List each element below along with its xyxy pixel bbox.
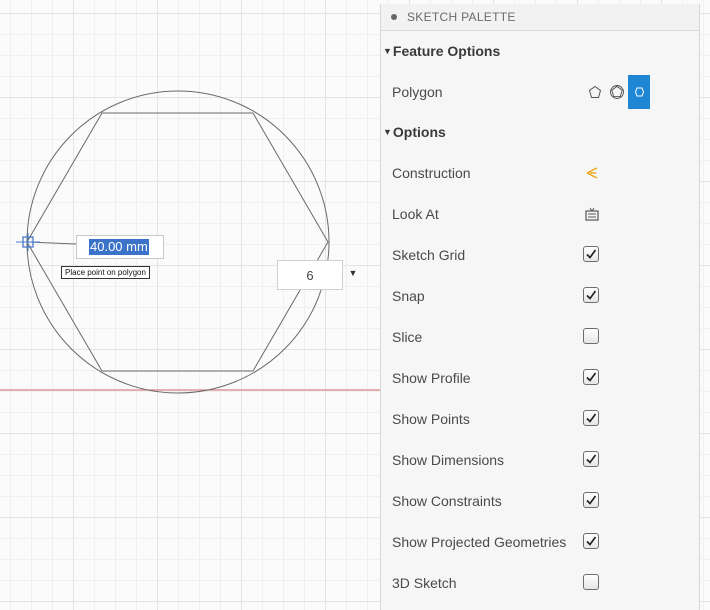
option-row-slice[interactable]: Slice	[381, 316, 699, 357]
option-row-show-projected-geometries[interactable]: Show Projected Geometries	[381, 521, 699, 562]
sketch-palette: SKETCH PALETTE ▼ Feature Options Polygon	[380, 4, 700, 610]
option-label: Show Constraints	[392, 492, 502, 509]
option-row-look-at[interactable]: Look At	[381, 193, 699, 234]
collapse-triangle-icon: ▼	[383, 127, 392, 137]
show-projected-geometries-checkbox[interactable]	[583, 533, 601, 551]
triangle-down-icon[interactable]: ▼	[347, 267, 359, 279]
option-label: Slice	[392, 328, 423, 345]
show-dimensions-checkbox[interactable]	[583, 451, 601, 469]
circumscribed-polygon-icon[interactable]	[584, 75, 606, 109]
options-title: Options	[392, 124, 446, 140]
option-row-snap[interactable]: Snap	[381, 275, 699, 316]
checkmark-icon	[586, 413, 597, 423]
option-row-show-dimensions[interactable]: Show Dimensions	[381, 439, 699, 480]
collapse-triangle-icon: ▼	[383, 46, 392, 56]
polygon-row: Polygon	[381, 71, 699, 112]
show-points-checkbox[interactable]	[583, 410, 601, 428]
checkmark-icon	[586, 495, 597, 505]
palette-header[interactable]: SKETCH PALETTE	[381, 4, 699, 31]
option-label: Show Profile	[392, 369, 471, 386]
point-cursor-icon	[16, 233, 40, 251]
construction-icon[interactable]	[583, 164, 601, 182]
snap-checkbox[interactable]	[583, 287, 601, 305]
slice-checkbox[interactable]	[583, 328, 601, 346]
option-label: Show Points	[392, 410, 470, 427]
feature-options-header[interactable]: ▼ Feature Options	[381, 31, 699, 71]
hexagon	[26, 112, 329, 372]
options-header[interactable]: ▼ Options	[381, 112, 699, 152]
checkmark-icon	[586, 372, 597, 382]
checkmark-icon	[586, 536, 597, 546]
option-label: Construction	[392, 164, 471, 181]
look-at-icon[interactable]	[583, 205, 601, 223]
option-label: Show Projected Geometries	[392, 533, 567, 550]
option-label: Look At	[392, 205, 439, 222]
tooltip: Place point on polygon	[61, 266, 150, 279]
option-row-show-constraints[interactable]: Show Constraints	[381, 480, 699, 521]
option-label: Snap	[392, 287, 425, 304]
option-label: Show Dimensions	[392, 451, 505, 468]
palette-dot-icon	[391, 14, 397, 20]
checkmark-icon	[586, 249, 597, 259]
option-label: 3D Sketch	[392, 574, 457, 591]
sketch-grid-checkbox[interactable]	[583, 246, 601, 264]
option-row-construction[interactable]: Construction	[381, 152, 699, 193]
checkmark-icon	[586, 454, 597, 464]
option-row-3d-sketch[interactable]: 3D Sketch	[381, 562, 699, 603]
show-profile-checkbox[interactable]	[583, 369, 601, 387]
edge-polygon-icon[interactable]	[628, 75, 650, 109]
option-row-sketch-grid[interactable]: Sketch Grid	[381, 234, 699, 275]
show-constraints-checkbox[interactable]	[583, 492, 601, 510]
3d-sketch-checkbox[interactable]	[583, 574, 601, 592]
sides-count-input[interactable]: 6	[277, 260, 343, 290]
option-row-show-profile[interactable]: Show Profile	[381, 357, 699, 398]
dimension-value[interactable]: 40.00 mm	[89, 239, 149, 255]
option-row-show-points[interactable]: Show Points	[381, 398, 699, 439]
checkmark-icon	[586, 290, 597, 300]
dimension-input[interactable]: 40.00 mm	[76, 235, 164, 259]
option-label: Sketch Grid	[392, 246, 466, 263]
construction-circle	[26, 90, 330, 394]
feature-options-title: Feature Options	[392, 43, 501, 59]
polygon-type-selector	[584, 75, 650, 109]
inscribed-polygon-icon[interactable]	[606, 75, 628, 109]
polygon-label: Polygon	[392, 83, 443, 100]
palette-title: SKETCH PALETTE	[407, 10, 516, 24]
